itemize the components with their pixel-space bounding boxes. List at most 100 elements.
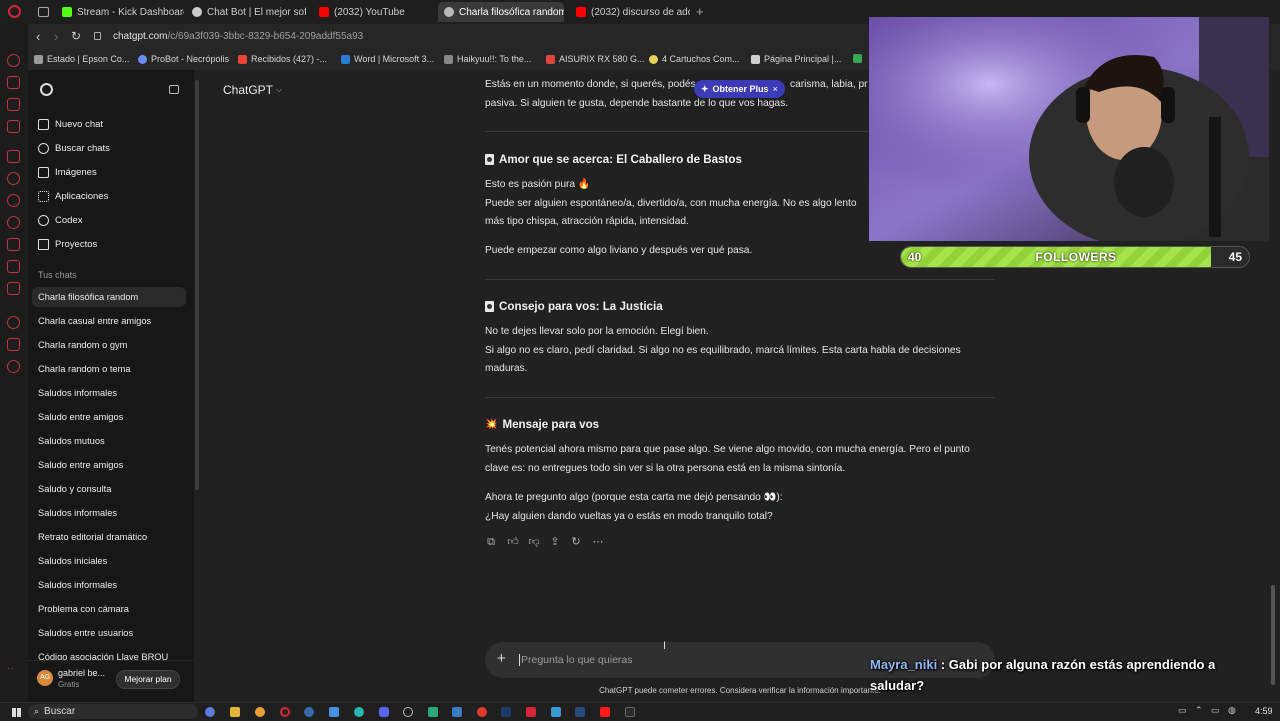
opera-icon[interactable] xyxy=(280,707,290,717)
thumbs-up-icon[interactable]: 👍︎ xyxy=(506,535,520,549)
more-options-icon[interactable]: ⋯ xyxy=(591,535,605,549)
tab-kick-dashboard[interactable]: Stream - Kick Dashboard xyxy=(56,2,184,22)
chat-item[interactable]: Charla casual entre amigos xyxy=(38,316,151,326)
images-button[interactable]: Imágenes xyxy=(38,167,97,178)
reload-icon[interactable]: ↻ xyxy=(71,29,81,43)
windows-start-icon[interactable] xyxy=(12,708,21,717)
chat-separator: : xyxy=(937,657,949,672)
attach-plus-icon[interactable]: + xyxy=(497,650,506,667)
codex-button[interactable]: Codex xyxy=(38,215,82,226)
chat-item[interactable]: Charla random o tema xyxy=(38,364,131,374)
bookmark-haikyuu[interactable]: Haikyuu!!: To the... xyxy=(444,54,531,64)
projects-button[interactable]: Proyectos xyxy=(38,239,97,250)
copy-icon[interactable]: ⧉ xyxy=(484,535,498,549)
system-tray-icons[interactable]: ▭ ⌃ ▭ ◍ xyxy=(1178,705,1239,716)
prompt-input[interactable]: Pregunta lo que quieras xyxy=(519,654,633,666)
back-icon[interactable]: ‹ xyxy=(36,29,40,44)
chat-item[interactable]: Código asociación Llave BROU xyxy=(38,652,168,660)
share-icon[interactable]: ⇪ xyxy=(548,535,562,549)
chat-item[interactable]: Saludos informales xyxy=(38,580,117,590)
close-icon[interactable]: × xyxy=(773,84,778,94)
chat-item[interactable]: Saludos iniciales xyxy=(38,556,107,566)
download-icon[interactable] xyxy=(7,338,20,351)
sidebar-scroll-thumb[interactable] xyxy=(195,80,199,490)
site-settings-icon[interactable] xyxy=(94,32,101,40)
apps-button[interactable]: Aplicaciones xyxy=(38,191,108,202)
user-name[interactable]: gabriel be... xyxy=(58,668,105,678)
opera-logo-icon[interactable] xyxy=(8,5,21,18)
chat-item[interactable]: Saludos informales xyxy=(38,508,117,518)
photoshop-icon[interactable] xyxy=(501,707,511,717)
main-scrollbar[interactable] xyxy=(1271,585,1275,685)
regenerate-icon[interactable]: ↻ xyxy=(569,535,583,549)
chat-item[interactable]: Charla random o gym xyxy=(38,340,127,350)
bookmark-drive[interactable] xyxy=(853,54,862,63)
upgrade-plan-button[interactable]: Mejorar plan xyxy=(116,670,180,689)
chat-item[interactable]: Saludos entre usuarios xyxy=(38,628,133,638)
telegram-icon[interactable] xyxy=(7,216,20,229)
new-tab-button[interactable]: + xyxy=(696,4,704,19)
chat-item[interactable]: Saludos mutuos xyxy=(38,436,105,446)
copilot-icon[interactable] xyxy=(205,707,215,717)
messenger-icon[interactable] xyxy=(7,172,20,185)
chat-item[interactable]: Charla filosófica random xyxy=(38,292,138,302)
more-icon[interactable]: ·· xyxy=(7,662,20,675)
close-sidebar-icon[interactable] xyxy=(169,85,179,94)
settings-icon[interactable] xyxy=(403,707,413,717)
chat-item[interactable]: Problema con cámara xyxy=(38,604,129,614)
twitch-icon[interactable] xyxy=(7,150,20,163)
openai-logo-icon[interactable] xyxy=(40,83,53,96)
bookmark-gmail[interactable]: Recibidos (427) -... xyxy=(238,54,327,64)
bookmark-cartuchos[interactable]: 4 Cartuchos Com... xyxy=(649,54,740,64)
steam-icon[interactable] xyxy=(575,707,585,717)
clock[interactable]: 4:59 xyxy=(1255,706,1273,716)
search-chats-button[interactable]: Buscar chats xyxy=(38,143,110,154)
chat-item[interactable]: Saludo entre amigos xyxy=(38,412,123,422)
store-icon[interactable] xyxy=(329,707,339,717)
discord-icon[interactable] xyxy=(7,282,20,295)
chrome-icon[interactable] xyxy=(255,707,265,717)
bag-icon[interactable] xyxy=(7,76,20,89)
x-twitter-icon[interactable] xyxy=(7,260,20,273)
steam-icon[interactable] xyxy=(304,707,314,717)
app-icon[interactable] xyxy=(526,707,536,717)
avatar[interactable]: AG xyxy=(37,670,53,686)
workspace-icon[interactable] xyxy=(38,7,49,17)
bookmark-word[interactable]: Word | Microsoft 3... xyxy=(341,54,434,64)
app-icon[interactable] xyxy=(452,707,462,717)
paragraph: maduras. xyxy=(485,363,528,374)
stream-icon[interactable] xyxy=(7,120,20,133)
bookmark-pagina-principal[interactable]: Página Principal |... xyxy=(751,54,841,64)
chat-item[interactable]: Retrato editorial dramático xyxy=(38,532,147,542)
settings-icon[interactable] xyxy=(7,360,20,373)
terminal-icon[interactable] xyxy=(625,707,635,717)
bookmark-probot[interactable]: ProBot - Necrópolis xyxy=(138,54,229,64)
bookmark-aisurix[interactable]: AISURIX RX 580 G... xyxy=(546,54,645,64)
file-explorer-icon[interactable] xyxy=(230,707,240,717)
app-icon[interactable] xyxy=(428,707,438,717)
app-icon[interactable] xyxy=(551,707,561,717)
whatsapp-icon[interactable] xyxy=(7,194,20,207)
forward-icon[interactable]: › xyxy=(54,29,58,44)
url-field[interactable]: chatgpt.com/c/69a3f039-3bbc-8329-b654-20… xyxy=(113,31,363,42)
tab-youtube-discurso[interactable]: (2032) discurso de adolf h xyxy=(570,2,690,22)
youtube-icon[interactable] xyxy=(600,707,610,717)
tab-charla-filosofica[interactable]: Charla filosófica random xyxy=(438,2,564,22)
app-icon[interactable] xyxy=(477,707,487,717)
discord-icon[interactable] xyxy=(379,707,389,717)
chat-item[interactable]: Saludos informales xyxy=(38,388,117,398)
tab-chat-bot[interactable]: Chat Bot | El mejor software xyxy=(186,2,306,22)
ai-icon[interactable] xyxy=(7,54,20,67)
tab-youtube[interactable]: (2032) YouTube xyxy=(313,2,433,22)
taskbar-search[interactable]: ⌕ Buscar xyxy=(28,704,198,719)
bookmark-epson[interactable]: Estado | Epson Co... xyxy=(34,54,129,64)
instagram-icon[interactable] xyxy=(7,238,20,251)
chat-item[interactable]: Saludo y consulta xyxy=(38,484,111,494)
gaming-icon[interactable] xyxy=(7,98,20,111)
thumbs-down-icon[interactable]: 👎︎ xyxy=(527,535,541,549)
history-icon[interactable] xyxy=(7,316,20,329)
model-selector[interactable]: ChatGPT ⌵ xyxy=(223,83,282,97)
chat-item[interactable]: Saludo entre amigos xyxy=(38,460,123,470)
edge-icon[interactable] xyxy=(354,707,364,717)
new-chat-button[interactable]: Nuevo chat xyxy=(38,119,103,130)
